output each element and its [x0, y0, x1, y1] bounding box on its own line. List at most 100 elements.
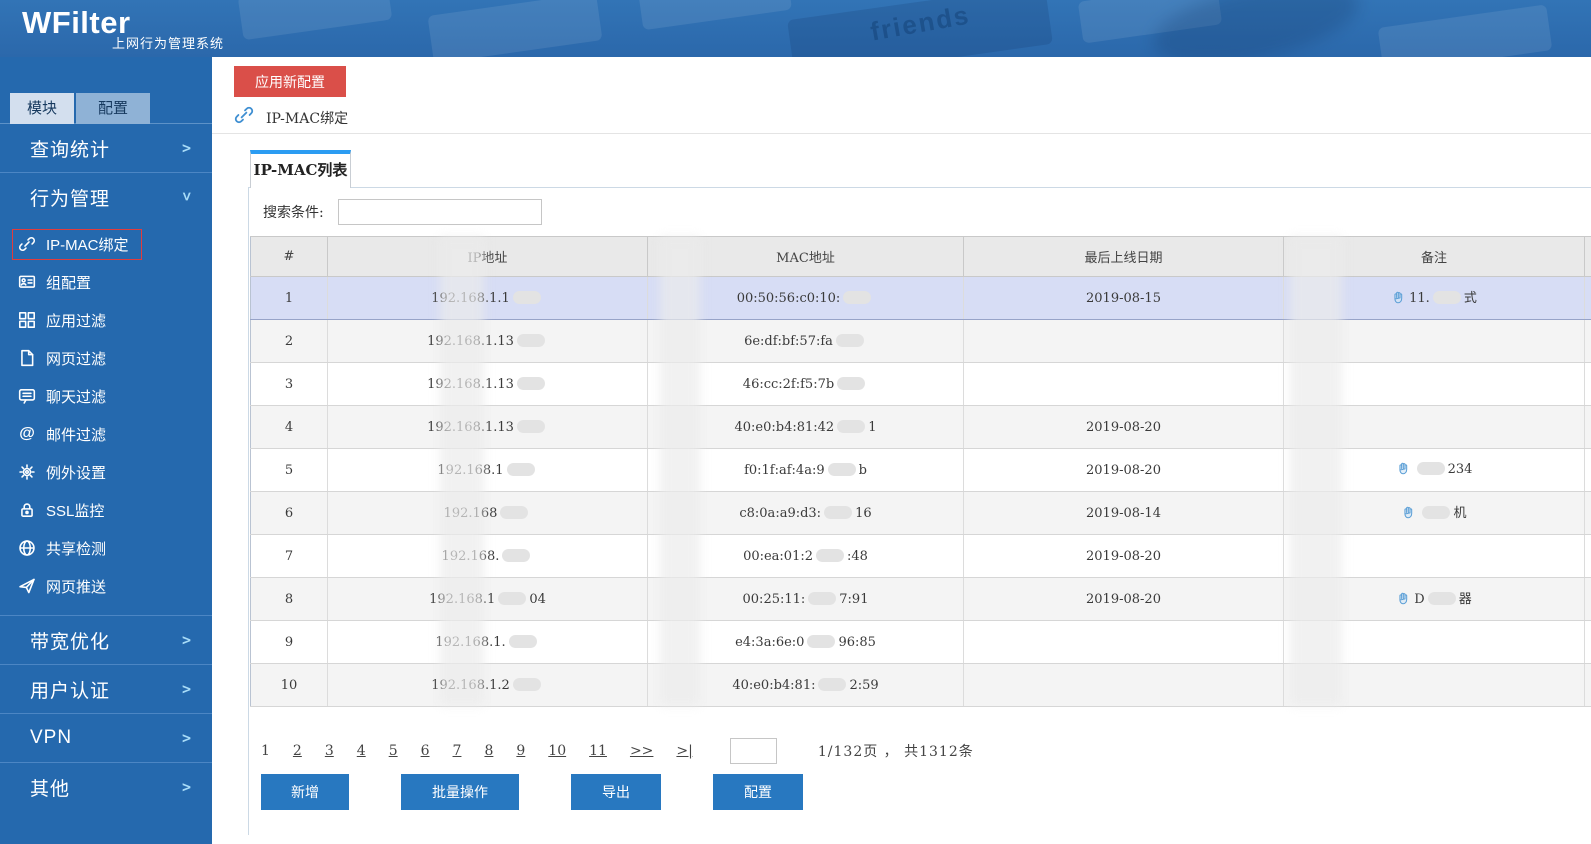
- censored-blur: [1433, 291, 1461, 304]
- page-link-5[interactable]: 5: [389, 743, 398, 759]
- cell-mac: 40:e0:b4:81:2:59: [648, 664, 964, 707]
- hand-remark-icon: [1396, 591, 1411, 610]
- cell-remark: D器: [1284, 578, 1585, 621]
- table-row[interactable]: 2192.168.1.136e:df:bf:57:fa: [251, 320, 1591, 363]
- cell-remark: [1284, 621, 1585, 664]
- cell-last-online: 2019-08-20: [964, 535, 1284, 578]
- cell-last-online: 2019-08-20: [964, 406, 1284, 449]
- cell-overflow: [1585, 578, 1591, 621]
- sidebar-groups: 查询统计>行为管理> IP-MAC绑定组配置应用过滤网页过滤聊天过滤@邮件过滤例外…: [0, 124, 212, 811]
- table-row[interactable]: 3192.168.1.1346:cc:2f:f5:7b: [251, 363, 1591, 406]
- sidebar-item-label: 网页过滤: [46, 348, 106, 369]
- link-chain-icon: [234, 105, 254, 130]
- cell-ip: 192.168: [328, 492, 648, 535]
- page-link-7[interactable]: 7: [453, 743, 462, 759]
- cell-remark: 234: [1284, 449, 1585, 492]
- page-link-11[interactable]: 11: [589, 743, 607, 759]
- table-row[interactable]: 6192.168c8:0a:a9:d3:162019-08-14机: [251, 492, 1591, 535]
- web-filter-page-icon: [17, 348, 37, 368]
- keyboard-key-shape: [1378, 4, 1553, 57]
- pagination-info: 1/132页 ， 共1312条: [818, 741, 974, 761]
- sidebar-item-group-config[interactable]: 组配置: [0, 263, 212, 301]
- exception-settings-gear-icon: [17, 462, 37, 482]
- divider: [212, 133, 1591, 134]
- search-input[interactable]: [338, 199, 542, 225]
- sidebar-group-other[interactable]: 其他>: [0, 763, 212, 811]
- keyboard-key-shape: [427, 0, 602, 57]
- tab-ip-mac-list[interactable]: IP-MAC列表: [250, 150, 351, 188]
- column-header: [1585, 237, 1591, 277]
- censored-blur: [843, 291, 871, 304]
- page-link-2[interactable]: 2: [293, 743, 302, 759]
- sidebar-item-label: 共享检测: [46, 538, 106, 559]
- chevron-down-icon: >: [178, 192, 196, 202]
- sidebar-tab-modules[interactable]: 模块: [10, 93, 74, 124]
- sidebar-group-behavior-mgmt[interactable]: 行为管理>: [0, 173, 212, 221]
- sidebar-group-vpn[interactable]: VPN>: [0, 714, 212, 762]
- column-header: IP地址: [328, 237, 648, 277]
- table-row[interactable]: 7192.168.00:ea:01:2:482019-08-20: [251, 535, 1591, 578]
- censored-blur: [1422, 506, 1450, 519]
- sidebar-group-label: 其他: [30, 774, 182, 801]
- page-link-6[interactable]: 6: [421, 743, 430, 759]
- table-row[interactable]: 9192.168.1.e4:3a:6e:096:85: [251, 621, 1591, 664]
- page-link-3[interactable]: 3: [325, 743, 334, 759]
- page-jump-input[interactable]: [730, 738, 777, 764]
- keyboard-key-shape: [238, 0, 393, 40]
- sidebar-item-ip-mac-binding[interactable]: IP-MAC绑定: [0, 225, 212, 263]
- export-button[interactable]: 导出: [571, 774, 661, 810]
- sidebar-group-query-stats[interactable]: 查询统计>: [0, 124, 212, 172]
- chevron-right-icon: >: [182, 680, 192, 698]
- sidebar-item-web-filter[interactable]: 网页过滤: [0, 339, 212, 377]
- sidebar-group-user-auth[interactable]: 用户认证>: [0, 665, 212, 713]
- sidebar-tab-config[interactable]: 配置: [76, 93, 150, 124]
- sidebar-item-web-push[interactable]: 网页推送: [0, 567, 212, 605]
- table-row[interactable]: 10192.168.1.240:e0:b4:81:2:59: [251, 664, 1591, 707]
- page-link-10[interactable]: 10: [548, 743, 566, 759]
- config-button[interactable]: 配置: [713, 774, 803, 810]
- sidebar-item-chat-filter[interactable]: 聊天过滤: [0, 377, 212, 415]
- sidebar-item-app-filter[interactable]: 应用过滤: [0, 301, 212, 339]
- page-link-8[interactable]: 8: [484, 743, 493, 759]
- chevron-right-icon: >: [182, 729, 192, 747]
- cell-index: 1: [251, 277, 328, 320]
- sidebar-item-label: 网页推送: [46, 576, 106, 597]
- cell-overflow: [1585, 363, 1591, 406]
- cell-mac: 00:25:11:7:91: [648, 578, 964, 621]
- sidebar-group-bandwidth-opt[interactable]: 带宽优化>: [0, 616, 212, 664]
- cell-mac: c8:0a:a9:d3:16: [648, 492, 964, 535]
- page-next-set-link[interactable]: >>: [630, 743, 653, 759]
- sidebar-group-label: 带宽优化: [30, 627, 182, 654]
- table-row[interactable]: 4192.168.1.1340:e0:b4:81:4212019-08-20: [251, 406, 1591, 449]
- page-link-9[interactable]: 9: [516, 743, 525, 759]
- censored-blur: [808, 592, 836, 605]
- sidebar-item-ssl-monitor[interactable]: SSL监控: [0, 491, 212, 529]
- page-last-link[interactable]: >|: [676, 743, 692, 759]
- table-row[interactable]: 8192.168.10400:25:11:7:912019-08-20D器: [251, 578, 1591, 621]
- censored-blur: [824, 506, 852, 519]
- cell-mac: 46:cc:2f:f5:7b: [648, 363, 964, 406]
- sidebar-item-exception-settings[interactable]: 例外设置: [0, 453, 212, 491]
- add-button[interactable]: 新增: [261, 774, 349, 810]
- cell-overflow: [1585, 406, 1591, 449]
- apply-new-config-button[interactable]: 应用新配置: [234, 66, 346, 97]
- sidebar-item-mail-filter[interactable]: @邮件过滤: [0, 415, 212, 453]
- page-link-4[interactable]: 4: [357, 743, 366, 759]
- cell-overflow: [1585, 320, 1591, 363]
- cell-overflow: [1585, 449, 1591, 492]
- cell-mac: 6e:df:bf:57:fa: [648, 320, 964, 363]
- app-subtitle: 上网行为管理系统: [112, 33, 224, 52]
- table-row[interactable]: 1192.168.1.100:50:56:c0:10:2019-08-1511.…: [251, 277, 1591, 320]
- column-header: 备注: [1284, 237, 1585, 277]
- batch-button[interactable]: 批量操作: [401, 774, 519, 810]
- cell-mac: 00:ea:01:2:48: [648, 535, 964, 578]
- cell-mac: 40:e0:b4:81:421: [648, 406, 964, 449]
- sidebar-item-box: 共享检测: [12, 533, 119, 564]
- sidebar-item-box: SSL监控: [12, 495, 117, 526]
- sidebar-item-box: 例外设置: [12, 457, 119, 488]
- table-row[interactable]: 5192.168.1f0:1f:af:4a:9b2019-08-20234: [251, 449, 1591, 492]
- cell-mac: f0:1f:af:4a:9b: [648, 449, 964, 492]
- sidebar-item-share-detect[interactable]: 共享检测: [0, 529, 212, 567]
- cell-last-online: 2019-08-14: [964, 492, 1284, 535]
- censored-blur: [837, 377, 865, 390]
